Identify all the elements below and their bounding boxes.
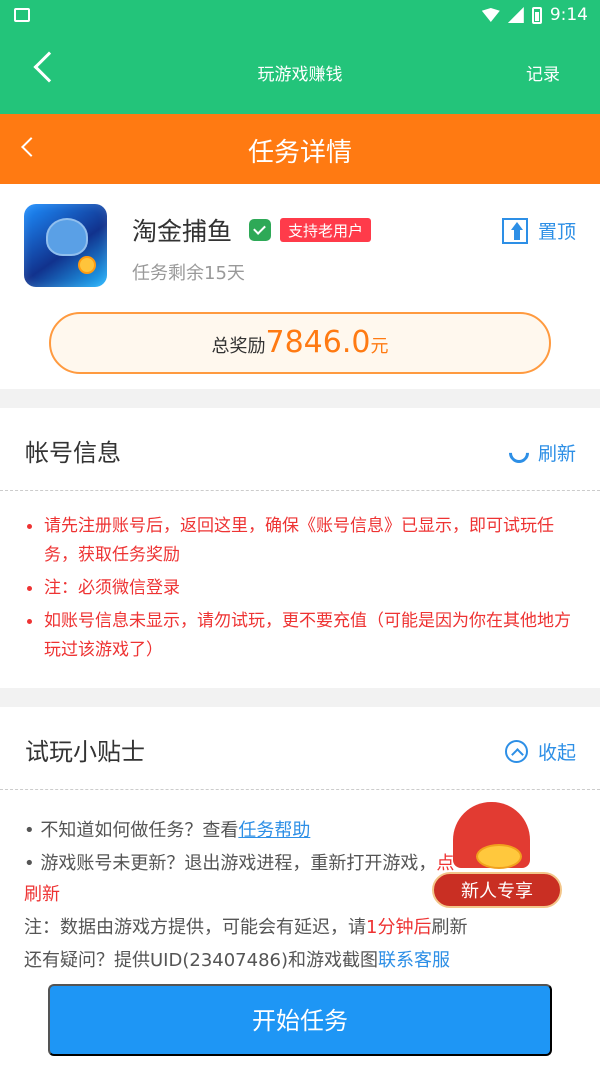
contact-support-link[interactable]: 联系客服	[378, 950, 450, 971]
account-info-card: 帐号信息 刷新 请先注册账号后，返回这里，确保《账号信息》已显示，即可试玩任务，…	[0, 408, 600, 688]
total-reward: 总奖励7846.0元	[49, 312, 551, 374]
reward-label: 总奖励	[211, 336, 266, 357]
status-indicators: 9:14	[481, 5, 588, 25]
new-user-promo[interactable]: 新人专享	[430, 802, 564, 912]
pin-top-icon	[501, 217, 528, 244]
collapse-label: 收起	[537, 742, 576, 764]
old-user-badge: 支持老用户	[280, 218, 372, 242]
battery-icon	[531, 6, 542, 24]
tip-line-delay: 注：数据由游戏方提供，可能会有延迟，请1分钟后刷新	[24, 917, 468, 938]
notification-image-icon	[14, 8, 30, 22]
refresh-hint-text: 刷新	[24, 884, 60, 905]
game-name: 淘金捕鱼	[132, 217, 233, 246]
shark-icon	[46, 218, 88, 256]
collapse-button[interactable]: 收起	[504, 738, 576, 765]
trial-tips-title: 试玩小贴士	[25, 738, 145, 766]
account-warning-item: 请先注册账号后，返回这里，确保《账号信息》已显示，即可试玩任务，获取任务奖励	[27, 512, 572, 570]
gold-coin-icon	[78, 256, 96, 274]
status-bar: 9:14	[0, 0, 600, 32]
days-left: 任务剩余15天	[132, 263, 245, 284]
refresh-icon	[504, 438, 534, 467]
reward-unit: 元	[370, 336, 389, 357]
account-warning-list: 请先注册账号后，返回这里，确保《账号信息》已显示，即可试玩任务，获取任务奖励 注…	[27, 512, 572, 669]
refresh-label: 刷新	[537, 443, 576, 465]
verified-shield-icon	[249, 219, 271, 241]
game-icon[interactable]	[24, 204, 107, 287]
chevron-up-icon	[504, 740, 528, 763]
task-help-link[interactable]: 任务帮助	[238, 820, 310, 841]
account-warning-item: 注：必须微信登录	[27, 574, 572, 603]
app-title: 玩游戏赚钱	[257, 65, 343, 85]
refresh-button[interactable]: 刷新	[504, 438, 576, 467]
game-card: 淘金捕鱼 支持老用户 任务剩余15天 置顶 总奖励7846.0元	[0, 184, 600, 389]
task-detail-header: 任务详情	[0, 114, 600, 184]
status-time: 9:14	[549, 5, 588, 25]
bottom-action-bar: 开始任务	[0, 969, 600, 1067]
gold-coins-icon	[476, 844, 522, 869]
app-header: 玩游戏赚钱 记录	[0, 32, 600, 114]
account-warning-item: 如账号信息未显示，请勿试玩，更不要充值（可能是因为你在其他地方玩过该游戏了）	[27, 607, 572, 665]
task-detail-title: 任务详情	[247, 138, 352, 168]
record-link[interactable]: 记录	[526, 60, 560, 85]
divider	[0, 490, 600, 491]
start-task-button[interactable]: 开始任务	[48, 984, 552, 1056]
pin-label: 置顶	[537, 221, 576, 243]
pin-button[interactable]: 置顶	[501, 217, 576, 244]
new-user-label: 新人专享	[432, 872, 562, 908]
account-info-title: 帐号信息	[25, 439, 121, 467]
divider	[0, 789, 600, 790]
signal-icon	[507, 7, 524, 23]
wifi-icon	[481, 8, 500, 22]
reward-value: 7846.0	[265, 325, 371, 360]
